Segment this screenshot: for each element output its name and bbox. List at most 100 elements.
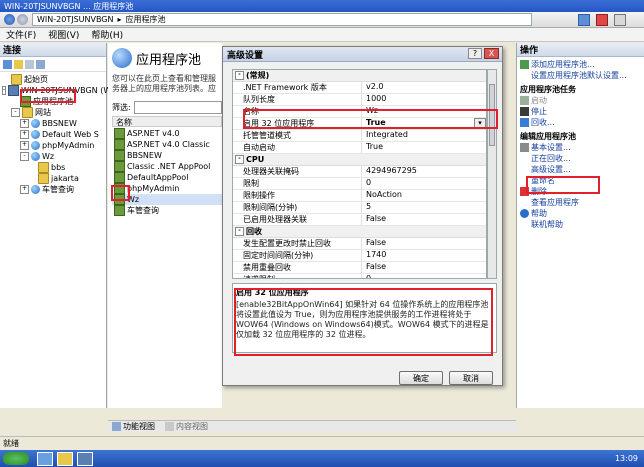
action-item[interactable]: 回收... [517,117,644,128]
tab-features-view[interactable]: 功能视图 [123,421,155,432]
tree-item[interactable]: + 车管查询 [0,184,106,195]
property-category[interactable]: - 回收 [233,226,486,238]
address-page[interactable]: 应用程序池 [126,14,166,25]
expand-toggle[interactable]: - [20,152,29,161]
category-collapse-toggle[interactable]: - [235,227,244,236]
scrollbar-thumb[interactable] [489,84,495,146]
tree-item[interactable]: + BBSNEW [0,118,106,129]
action-item[interactable]: 正在回收... [517,153,644,164]
pool-list-item[interactable]: Classic .NET AppPool [112,161,222,172]
pool-list-item[interactable]: phpMyAdmin [112,183,222,194]
category-collapse-toggle[interactable]: - [235,71,244,80]
property-row[interactable]: 限制操作 NoAction [233,190,486,202]
action-item[interactable]: 基本设置... [517,142,644,153]
tree-item[interactable]: 应用程序池 [0,96,106,107]
property-row[interactable]: 请求限制0 [233,274,486,278]
tree-item-label: jakarta [51,174,79,183]
taskbar-folder-icon[interactable] [57,451,73,466]
taskbar-app-icon[interactable] [37,451,53,466]
stop-nav-icon[interactable] [596,14,608,26]
menu-help[interactable]: 帮助(H) [91,28,123,41]
expand-toggle[interactable]: + [20,141,29,150]
property-row[interactable]: 限制 0 [233,178,486,190]
tree-item[interactable]: - 网站 [0,107,106,118]
tab-content-view[interactable]: 内容视图 [176,421,208,432]
tree-item[interactable]: + Default Web S [0,129,106,140]
property-row[interactable]: 处理器关联掩码 4294967295 [233,166,486,178]
address-server[interactable]: WIN-20TJSUNVBGN [37,15,114,24]
connections-refresh-icon[interactable] [36,59,45,69]
menu-view[interactable]: 视图(V) [48,28,79,41]
tree-item[interactable]: bbs [0,162,106,173]
address-path[interactable]: WIN-20TJSUNVBGN ▸ 应用程序池 [32,13,532,26]
property-value-dropdown[interactable]: True [361,118,474,129]
category-collapse-toggle[interactable]: - [235,155,244,164]
pool-list-item[interactable]: ASP.NET v4.0 [112,128,222,139]
pools-column-header[interactable]: 名称 [112,116,222,127]
home-nav-icon[interactable] [614,14,626,26]
app-pool-icon [114,139,125,150]
taskbar-iis-icon[interactable] [77,451,93,466]
chevron-down-icon[interactable]: ▾ [474,118,486,129]
expand-toggle[interactable]: + [20,185,29,194]
property-row[interactable]: 启用 32 位应用程序 True ▾ [233,118,486,130]
property-row[interactable]: 禁用重叠回收 False [233,262,486,274]
cancel-button[interactable]: 取消 [449,371,493,385]
dialog-help-button[interactable]: ? [468,48,482,59]
pool-list-item[interactable]: DefaultAppPool [112,172,222,183]
action-item[interactable]: 停止 [517,106,644,117]
expand-toggle[interactable]: - [11,108,20,117]
property-row[interactable]: 固定时间间隔(分钟) 1740 [233,250,486,262]
ok-button[interactable]: 确定 [399,371,443,385]
up-icon[interactable] [25,59,34,69]
tree-item[interactable]: - WIN-20TJSUNVBGN (WIN [0,85,120,96]
property-category[interactable]: - CPU [233,154,486,166]
property-row[interactable]: 队列长度 1000 [233,94,486,106]
action-item[interactable]: 查看应用程序 [517,197,644,208]
pool-list-item[interactable]: 车管查询 [112,205,222,216]
app-pool-icon [114,172,125,183]
action-item[interactable]: 设置应用程序池默认设置... [517,70,644,81]
add-icon [520,60,529,69]
expand-toggle[interactable]: + [20,130,29,139]
property-row[interactable]: 已启用处理器关联 False [233,214,486,226]
back-icon[interactable] [4,14,15,25]
col-name[interactable]: 名称 [116,118,132,127]
actions-section-header: 应用程序池任务 [517,83,644,95]
action-item[interactable]: 帮助 [517,208,644,219]
action-item[interactable]: 删除 [517,186,644,197]
start-button-icon[interactable] [3,452,29,465]
save-icon[interactable] [14,59,23,69]
action-item[interactable]: 重命名 [517,175,644,186]
action-item[interactable]: 添加应用程序池... [517,59,644,70]
property-name: 禁用重叠回收 [243,263,291,272]
property-row[interactable]: 限制间隔(分钟) 5 [233,202,486,214]
dialog-close-button[interactable]: X [484,48,499,59]
expand-toggle[interactable]: + [20,119,29,128]
menu-bar: 文件(F) 视图(V) 帮助(H) [0,28,644,42]
connect-icon[interactable] [3,59,12,69]
tree-item[interactable]: 起始页 [0,74,106,85]
tree-item[interactable]: jakarta [0,173,106,184]
menu-file[interactable]: 文件(F) [6,28,36,41]
refresh-icon[interactable] [578,14,590,26]
property-row[interactable]: 自动启动 True [233,142,486,154]
action-spacer [520,198,529,207]
action-item[interactable]: 高级设置... [517,164,644,175]
property-row[interactable]: 名称 Wz [233,106,486,118]
property-row[interactable]: .NET Framework 版本 v2.0 [233,82,486,94]
property-category[interactable]: - (常规) [233,70,486,82]
expand-toggle[interactable]: - [2,86,7,95]
tree-item[interactable]: + phpMyAdmin [0,140,106,151]
tree-item[interactable]: - Wz [0,151,106,162]
pool-list-item[interactable]: ASP.NET v4.0 Classic [112,139,222,150]
pool-list-item[interactable]: BBSNEW [112,150,222,161]
property-row[interactable]: 发生配置更改时禁止回收 False [233,238,486,250]
property-row[interactable]: 托管管道模式 Integrated [233,130,486,142]
property-grid-scrollbar[interactable] [487,69,497,279]
pool-list-item[interactable]: Wz [112,194,222,205]
filter-input[interactable] [133,100,222,114]
forward-icon[interactable] [17,14,28,25]
property-value: True [361,142,486,153]
action-item[interactable]: 联机帮助 [517,219,644,230]
